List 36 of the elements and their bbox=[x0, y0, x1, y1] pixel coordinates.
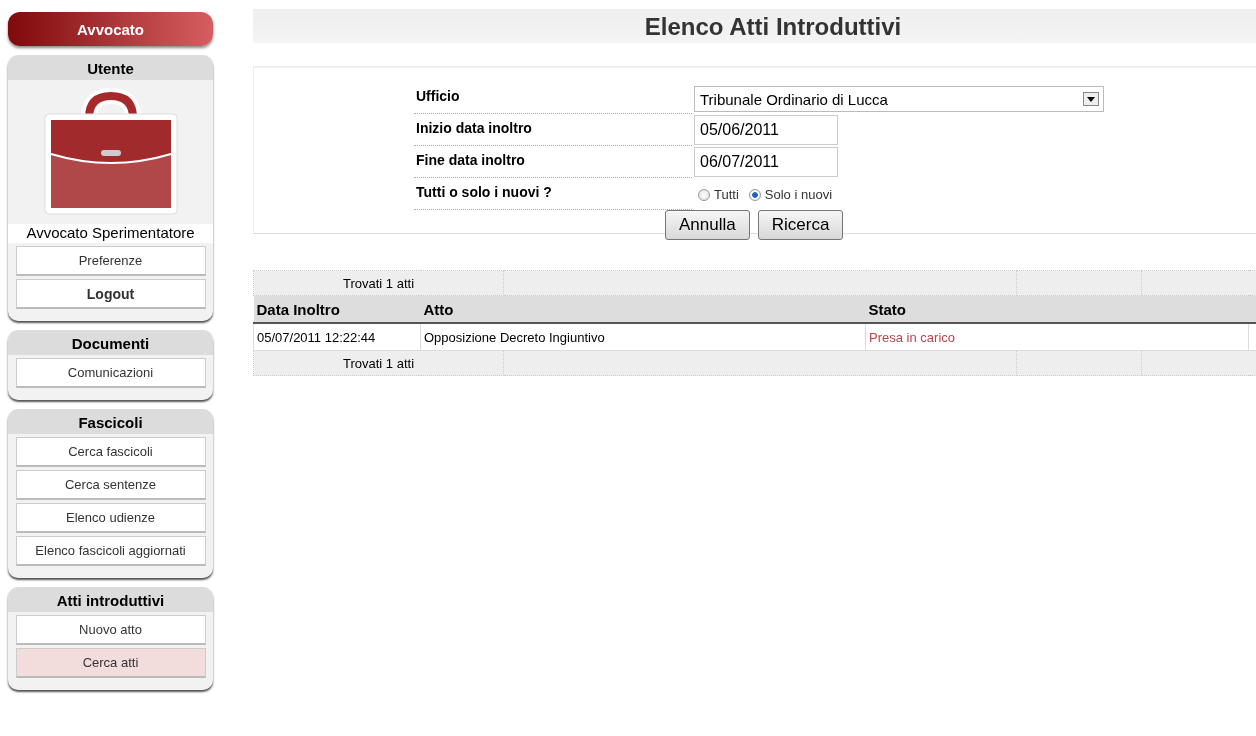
user-name: Avvocato Sperimentatore bbox=[8, 224, 213, 243]
form-button[interactable]: Ricerca bbox=[757, 210, 844, 240]
menu-item[interactable]: Logout bbox=[15, 279, 206, 309]
menu-item[interactable]: Preferenze bbox=[15, 246, 206, 276]
panel-title: Atti introduttivi bbox=[8, 587, 213, 612]
radio-option[interactable]: Solo i nuovi bbox=[748, 187, 833, 202]
panel-title: Fascicoli bbox=[8, 409, 213, 434]
end-date-field[interactable]: 06/07/2011 bbox=[694, 147, 838, 177]
field-label: Inizio data inoltro bbox=[414, 115, 692, 146]
menu-item[interactable]: Elenco fascicoli aggiornati bbox=[15, 536, 206, 566]
menu-item[interactable]: Comunicazioni bbox=[15, 358, 206, 388]
panel-title: Documenti bbox=[8, 330, 213, 355]
column-header: Stato bbox=[865, 295, 1249, 323]
results-count: Trovati 1 atti bbox=[253, 350, 504, 376]
menu-item[interactable]: Cerca sentenze bbox=[15, 470, 206, 500]
table-cell: Presa in carico bbox=[865, 323, 1249, 351]
radio-option[interactable]: Tutti bbox=[698, 187, 739, 202]
radio-button[interactable] bbox=[748, 188, 761, 201]
column-header: Atto bbox=[420, 295, 866, 323]
menu-item[interactable]: Nuovo atto bbox=[15, 615, 206, 645]
column-header: Data Inoltro bbox=[253, 295, 421, 323]
start-date-field[interactable]: 05/06/2011 bbox=[694, 115, 838, 145]
field-label: Ufficio bbox=[414, 83, 692, 114]
office-dropdown[interactable]: Tribunale Ordinario di Lucca bbox=[694, 86, 1104, 112]
panel-title: Utente bbox=[8, 55, 213, 80]
menu-item[interactable]: Elenco udienze bbox=[15, 503, 206, 533]
results-count: Trovati 1 atti bbox=[253, 270, 504, 296]
form-button[interactable]: Annulla bbox=[665, 210, 750, 240]
field-label: Fine data inoltro bbox=[414, 147, 692, 178]
radio-button[interactable] bbox=[698, 188, 710, 201]
page-title: Elenco Atti Introduttivi bbox=[253, 9, 1256, 43]
menu-item[interactable]: Cerca fascicoli bbox=[15, 437, 206, 467]
table-cell: Opposizione Decreto Ingiuntivo bbox=[420, 323, 866, 351]
role-button[interactable]: Avvocato bbox=[8, 12, 213, 46]
menu-item[interactable]: Cerca atti bbox=[15, 648, 206, 678]
table-cell: 05/07/2011 12:22:44 bbox=[253, 323, 421, 351]
